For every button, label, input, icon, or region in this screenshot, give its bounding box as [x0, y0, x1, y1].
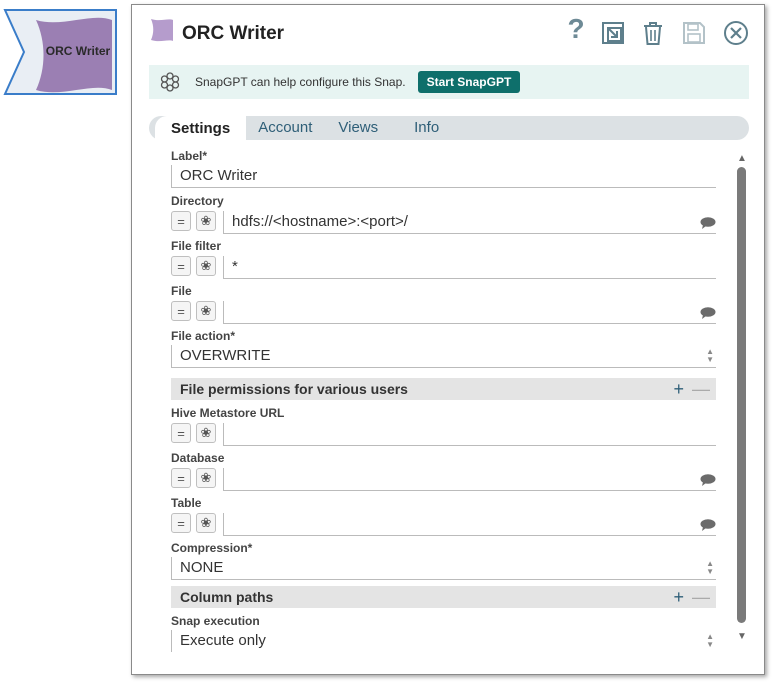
file-action-select[interactable]: OVERWRITE ▲ ▼ — [171, 345, 716, 368]
expression-toggle-button[interactable]: = — [171, 468, 191, 488]
file-permissions-section: File permissions for various users + — — [171, 378, 716, 400]
file-field-label: File — [171, 284, 192, 298]
compression-field-group: Compression* NONE ▲ ▼ — [171, 541, 716, 580]
file-filter-field-group: File filter = ❀ * — [171, 239, 716, 279]
select-arrows-icon: ▲ ▼ — [706, 347, 714, 364]
expression-toggle-button[interactable]: = — [171, 301, 191, 321]
directory-input[interactable]: hdfs://<hostname>:<port>/ — [223, 211, 716, 234]
add-icon[interactable]: + — [673, 586, 684, 608]
file-field-group: File = ❀ — [171, 284, 716, 324]
label-field-group: Label* ORC Writer — [171, 149, 716, 188]
add-icon[interactable]: + — [673, 378, 684, 400]
snap-execution-field-group: Snap execution Execute only ▲ ▼ — [171, 614, 716, 652]
save-icon[interactable] — [680, 19, 708, 47]
snap-node-label: ORC Writer — [45, 44, 111, 58]
tab-account[interactable]: Account — [246, 116, 324, 140]
hive-url-input[interactable] — [223, 423, 716, 446]
directory-value: hdfs://<hostname>:<port>/ — [232, 213, 408, 230]
expression-toggle-button[interactable]: = — [171, 211, 191, 231]
database-field-group: Database = ❀ — [171, 451, 716, 491]
tab-bar: Settings Account Views Info — [149, 116, 749, 142]
suggest-icon[interactable] — [700, 307, 716, 319]
table-field-group: Table = ❀ — [171, 496, 716, 536]
close-icon[interactable] — [722, 19, 750, 47]
file-action-value: OVERWRITE — [180, 347, 271, 364]
trash-icon[interactable] — [639, 19, 667, 47]
remove-icon: — — [692, 587, 710, 607]
expression-toggle-button[interactable]: = — [171, 513, 191, 533]
file-input[interactable] — [223, 301, 716, 324]
snap-settings-dialog: ORC Writer ? SnapGPT can help configure … — [131, 4, 765, 675]
snapgpt-icon — [160, 72, 180, 92]
export-icon[interactable] — [599, 19, 627, 47]
select-arrows-icon: ▲ ▼ — [706, 559, 714, 576]
select-arrows-icon: ▲ ▼ — [706, 632, 714, 649]
snapgpt-text: SnapGPT can help configure this Snap. — [195, 75, 406, 89]
file-action-field-group: File action* OVERWRITE ▲ ▼ — [171, 329, 716, 368]
start-snapgpt-button[interactable]: Start SnapGPT — [417, 71, 521, 93]
file-action-field-label: File action* — [171, 329, 236, 343]
column-paths-title: Column paths — [180, 589, 274, 605]
suggest-icon[interactable] — [700, 217, 716, 229]
snap-node[interactable]: ORC Writer — [2, 8, 120, 96]
snap-execution-value: Execute only — [180, 632, 266, 649]
compression-field-label: Compression* — [171, 541, 253, 555]
file-permissions-title: File permissions for various users — [180, 381, 408, 397]
table-input[interactable] — [223, 513, 716, 536]
column-paths-section: Column paths + — — [171, 586, 716, 608]
compression-value: NONE — [180, 559, 224, 576]
scroll-up-arrow[interactable]: ▲ — [736, 153, 748, 164]
scrollbar-thumb[interactable] — [737, 167, 746, 623]
snapgpt-field-icon[interactable]: ❀ — [196, 211, 216, 231]
suggest-icon[interactable] — [700, 474, 716, 486]
hive-url-field-group: Hive Metastore URL = ❀ — [171, 406, 716, 446]
directory-field-group: Directory = ❀ hdfs://<hostname>:<port>/ — [171, 194, 716, 234]
file-filter-value: * — [232, 258, 238, 275]
snap-execution-field-label: Snap execution — [171, 614, 260, 628]
remove-icon: — — [692, 379, 710, 399]
scroll-down-arrow[interactable]: ▼ — [736, 631, 748, 642]
tab-settings[interactable]: Settings — [155, 116, 247, 142]
snapgpt-field-icon[interactable]: ❀ — [196, 256, 216, 276]
table-field-label: Table — [171, 496, 202, 510]
snapgpt-field-icon[interactable]: ❀ — [196, 301, 216, 321]
dialog-title: ORC Writer — [182, 23, 285, 44]
snapgpt-field-icon[interactable]: ❀ — [196, 468, 216, 488]
directory-field-label: Directory — [171, 194, 224, 208]
snap-type-icon — [151, 19, 173, 42]
file-filter-input[interactable]: * — [223, 256, 716, 279]
file-filter-field-label: File filter — [171, 239, 222, 253]
tab-views[interactable]: Views — [324, 116, 390, 140]
label-input[interactable]: ORC Writer — [171, 165, 716, 188]
compression-select[interactable]: NONE ▲ ▼ — [171, 557, 716, 580]
expression-toggle-button[interactable]: = — [171, 256, 191, 276]
snapgpt-field-icon[interactable]: ❀ — [196, 513, 216, 533]
hive-url-field-label: Hive Metastore URL — [171, 406, 285, 420]
database-field-label: Database — [171, 451, 225, 465]
suggest-icon[interactable] — [700, 519, 716, 531]
label-field-label: Label* — [171, 149, 208, 163]
tab-info[interactable]: Info — [390, 116, 451, 140]
snap-execution-select[interactable]: Execute only ▲ ▼ — [171, 630, 716, 652]
help-button[interactable]: ? — [562, 13, 590, 44]
database-input[interactable] — [223, 468, 716, 491]
snapgpt-banner: SnapGPT can help configure this Snap. St… — [149, 65, 749, 99]
expression-toggle-button[interactable]: = — [171, 423, 191, 443]
snapgpt-field-icon[interactable]: ❀ — [196, 423, 216, 443]
